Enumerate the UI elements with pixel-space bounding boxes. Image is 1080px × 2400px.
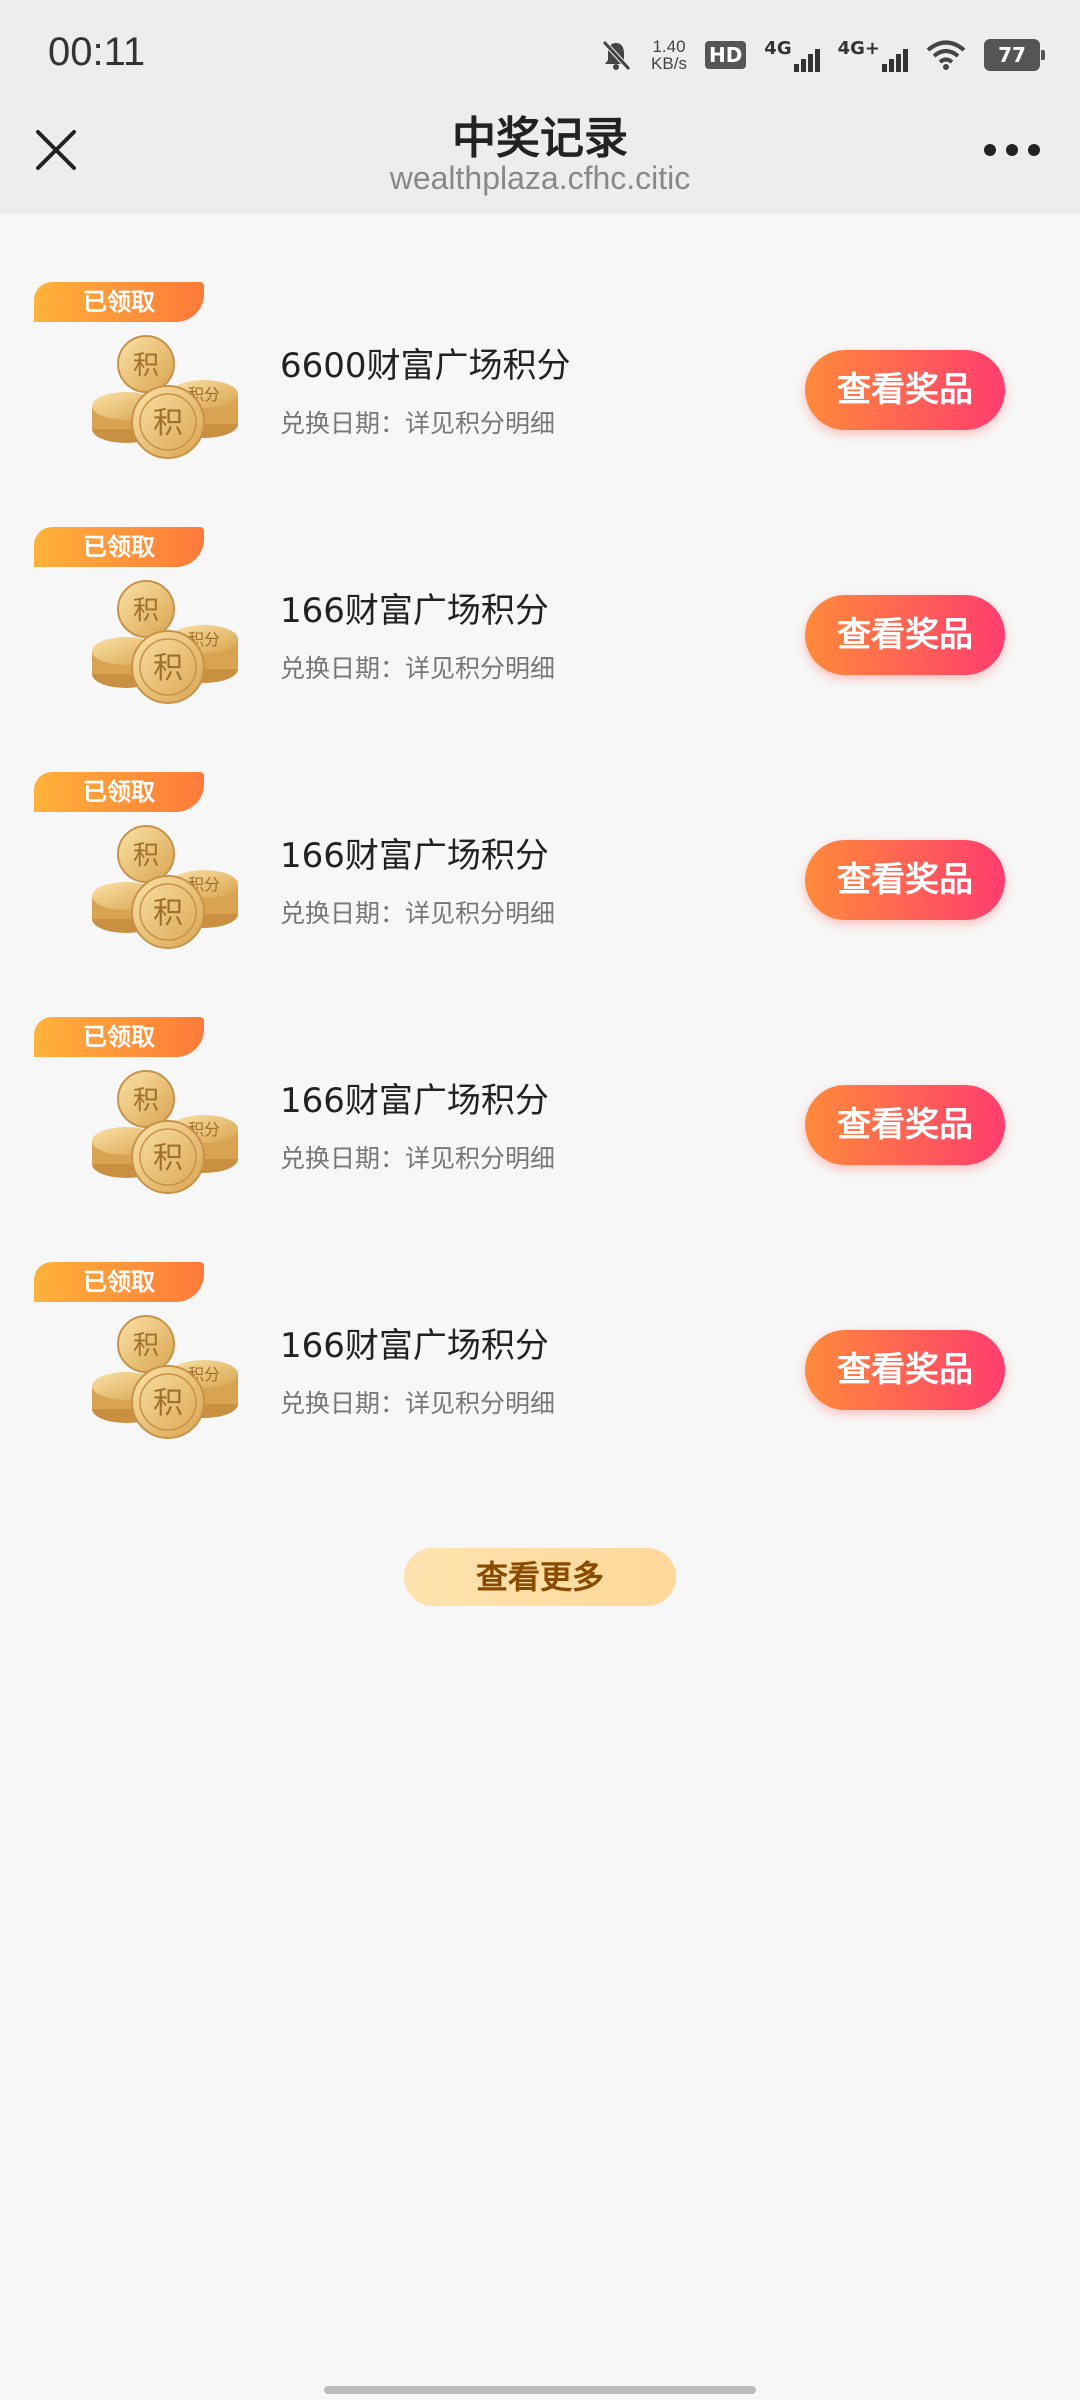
view-prize-button[interactable]: 查看奖品 bbox=[805, 1085, 1005, 1165]
hd-icon: HD bbox=[704, 41, 747, 69]
view-prize-button[interactable]: 查看奖品 bbox=[805, 595, 1005, 675]
prize-record-list: 已领取 积分 积 积 6600财富广场积分 兑换日期：详见积分明细 查看奖品 已… bbox=[0, 282, 1080, 1507]
list-item: 已领取 积分 积 积 166财富广场积分 兑换日期：详见积分明细 查看奖品 bbox=[0, 772, 1080, 1017]
sim2-label: 4G+ bbox=[837, 38, 880, 59]
page-title: 中奖记录 bbox=[452, 113, 628, 164]
list-item: 已领取 积分 积 积 166财富广场积分 兑换日期：详见积分明细 查看奖品 bbox=[0, 1017, 1080, 1262]
redeem-date: 兑换日期：详见积分明细 bbox=[280, 899, 556, 928]
list-item: 已领取 积分 积 积 166财富广场积分 兑换日期：详见积分明细 查看奖品 bbox=[0, 1262, 1080, 1507]
prize-title: 166财富广场积分 bbox=[280, 591, 549, 631]
status-time: 00:11 bbox=[48, 30, 146, 74]
status-icons: 1.40 KB/s HD 4G 4G+ 77 bbox=[599, 30, 1045, 80]
redeem-date: 兑换日期：详见积分明细 bbox=[280, 654, 556, 683]
prize-title: 166财富广场积分 bbox=[280, 1326, 549, 1366]
view-prize-button[interactable]: 查看奖品 bbox=[805, 350, 1005, 430]
prize-title: 6600财富广场积分 bbox=[280, 346, 571, 386]
svg-text:积: 积 bbox=[133, 841, 159, 871]
coin-stack-icon: 积分 积 积 bbox=[86, 1314, 246, 1444]
svg-text:积: 积 bbox=[133, 596, 159, 626]
redeem-date: 兑换日期：详见积分明细 bbox=[280, 409, 556, 438]
svg-text:积: 积 bbox=[153, 406, 183, 441]
claimed-badge: 已领取 bbox=[34, 527, 204, 567]
speed-unit: KB/s bbox=[651, 54, 687, 73]
claimed-badge: 已领取 bbox=[34, 282, 204, 322]
prize-title: 166财富广场积分 bbox=[280, 836, 549, 876]
svg-text:积: 积 bbox=[153, 896, 183, 931]
title-bar: 中奖记录 wealthplaza.cfhc.citic bbox=[0, 110, 1080, 214]
redeem-date: 兑换日期：详见积分明细 bbox=[280, 1389, 556, 1418]
coin-stack-icon: 积分 积 积 bbox=[86, 824, 246, 954]
status-bar: 00:11 1.40 KB/s HD 4G 4G+ 77 bbox=[0, 0, 1080, 110]
list-item: 已领取 积分 积 积 166财富广场积分 兑换日期：详见积分明细 查看奖品 bbox=[0, 527, 1080, 772]
network-speed: 1.40 KB/s bbox=[651, 38, 687, 72]
sim1-label: 4G bbox=[764, 38, 792, 59]
speed-value: 1.40 bbox=[652, 37, 686, 56]
view-prize-button[interactable]: 查看奖品 bbox=[805, 840, 1005, 920]
claimed-badge: 已领取 bbox=[34, 1262, 204, 1302]
home-indicator[interactable] bbox=[324, 2386, 756, 2394]
svg-text:积: 积 bbox=[133, 1086, 159, 1116]
svg-text:积: 积 bbox=[133, 1331, 159, 1361]
coin-stack-icon: 积分 积 积 bbox=[86, 579, 246, 709]
coin-stack-icon: 积分 积 积 bbox=[86, 334, 246, 464]
prize-title: 166财富广场积分 bbox=[280, 1081, 549, 1121]
view-prize-button[interactable]: 查看奖品 bbox=[805, 1330, 1005, 1410]
redeem-date: 兑换日期：详见积分明细 bbox=[280, 1144, 556, 1173]
more-options-icon[interactable] bbox=[984, 144, 1040, 158]
claimed-badge: 已领取 bbox=[34, 772, 204, 812]
view-more-button[interactable]: 查看更多 bbox=[404, 1548, 676, 1606]
battery-icon: 77 bbox=[984, 39, 1045, 71]
svg-text:积: 积 bbox=[153, 1386, 183, 1421]
coin-stack-icon: 积分 积 积 bbox=[86, 1069, 246, 1199]
page-url: wealthplaza.cfhc.citic bbox=[389, 160, 691, 196]
claimed-badge: 已领取 bbox=[34, 1017, 204, 1057]
svg-text:积: 积 bbox=[153, 651, 183, 686]
bell-off-icon bbox=[602, 40, 631, 71]
signal-sim1-icon: 4G bbox=[764, 38, 820, 72]
list-item: 已领取 积分 积 积 6600财富广场积分 兑换日期：详见积分明细 查看奖品 bbox=[0, 282, 1080, 527]
wifi-icon bbox=[926, 40, 966, 70]
signal-sim2-icon: 4G+ bbox=[838, 38, 908, 72]
svg-text:积: 积 bbox=[133, 351, 159, 381]
svg-text:积: 积 bbox=[153, 1141, 183, 1176]
